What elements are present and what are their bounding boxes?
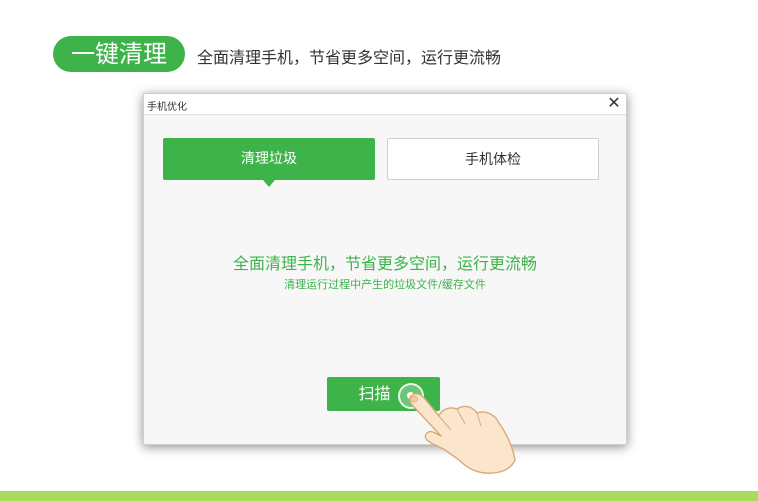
clean-description: 清理运行过程中产生的垃圾文件/缓存文件 (284, 278, 486, 291)
tab-clean-junk[interactable]: 清理垃圾 (163, 138, 375, 187)
active-tab-pointer (263, 180, 275, 187)
phone-optimize-dialog: 手机优化 ✕ 清理垃圾 手机体检 全面清理手机，节省更多空间，运行更流畅 清理运… (143, 93, 627, 445)
close-icon[interactable]: ✕ (606, 95, 622, 111)
feature-caption: 全面清理手机，节省更多空间，运行更流畅 (197, 48, 502, 67)
clean-headline: 全面清理手机，节省更多空间，运行更流畅 (232, 254, 537, 273)
pointing-hand-icon (408, 393, 516, 474)
tab-clean-junk-label: 清理垃圾 (241, 151, 297, 167)
tab-phone-checkup-label: 手机体检 (465, 152, 521, 168)
dialog-titlebar: 手机优化 ✕ (144, 94, 626, 115)
bottom-accent-bar (0, 491, 758, 501)
dialog-title: 手机优化 (147, 102, 187, 113)
tab-phone-checkup[interactable]: 手机体检 (387, 138, 599, 180)
feature-badge: 一键清理 (53, 36, 185, 72)
